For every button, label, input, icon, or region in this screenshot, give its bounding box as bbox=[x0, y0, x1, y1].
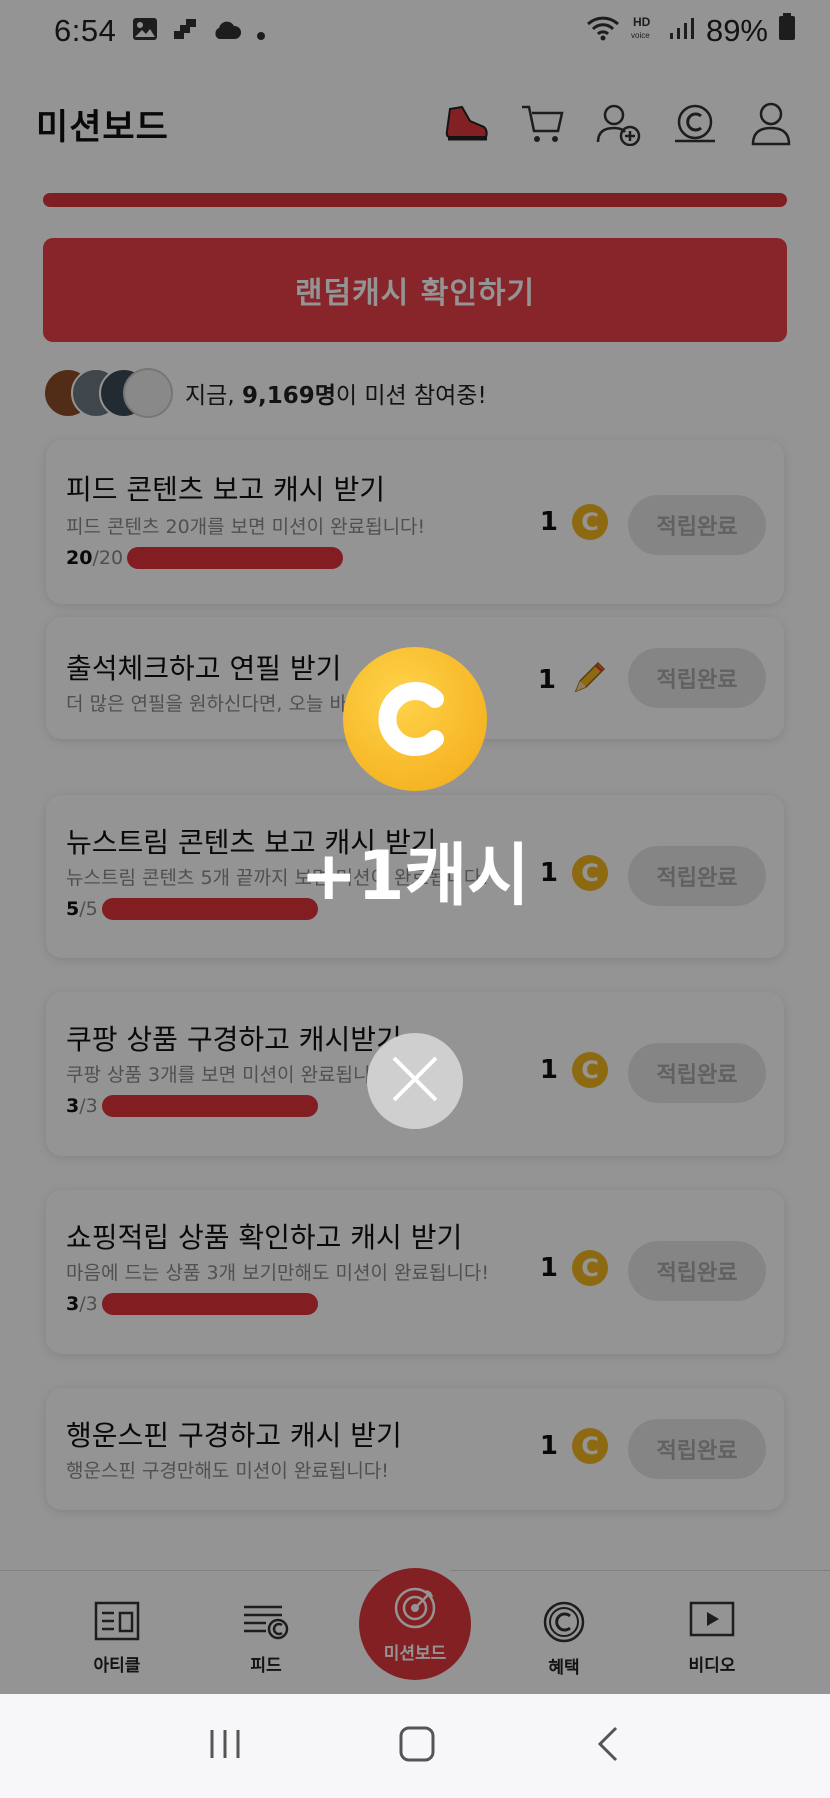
reward-coin-icon bbox=[343, 647, 487, 791]
back-icon[interactable] bbox=[592, 1725, 622, 1767]
home-icon[interactable] bbox=[398, 1725, 436, 1767]
reward-amount-text: +1캐시 bbox=[300, 837, 530, 916]
close-button[interactable] bbox=[367, 1033, 463, 1129]
system-nav-bar bbox=[0, 1694, 830, 1798]
recent-apps-icon[interactable] bbox=[208, 1727, 242, 1765]
close-icon bbox=[390, 1054, 440, 1108]
